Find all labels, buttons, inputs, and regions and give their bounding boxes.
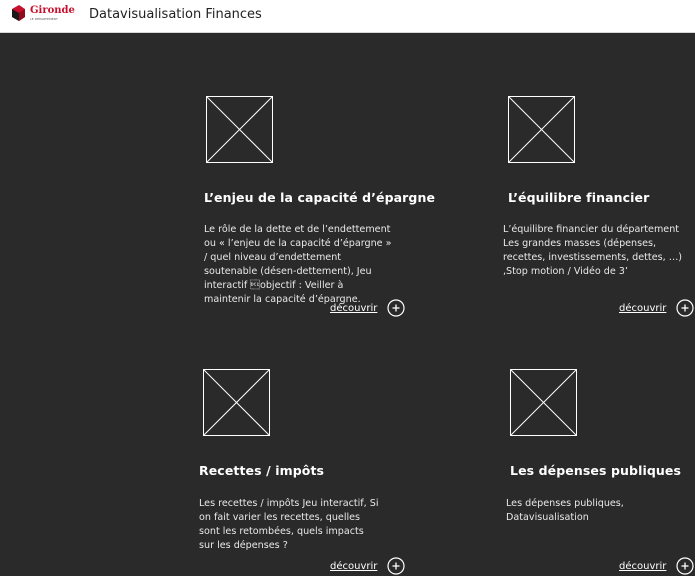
card-title: Recettes / impôts: [199, 463, 325, 478]
app-title: Datavisualisation Finances: [89, 7, 262, 22]
plus-circle-icon[interactable]: [676, 299, 694, 317]
card-title: L’enjeu de la capacité d’épargne: [204, 190, 436, 205]
card-title: L’équilibre financier: [508, 190, 650, 205]
discover-label[interactable]: découvrir: [330, 561, 377, 572]
image-placeholder-icon: [203, 369, 270, 436]
discover-link[interactable]: découvrir: [619, 557, 694, 575]
plus-circle-icon[interactable]: [676, 557, 694, 575]
discover-label[interactable]: découvrir: [619, 303, 666, 314]
image-placeholder-icon: [206, 96, 273, 163]
discover-link[interactable]: découvrir: [330, 557, 405, 575]
card-description: Le rôle de la dette et de l’endettement …: [204, 224, 392, 305]
logo-name: Gironde: [30, 5, 75, 16]
plus-circle-icon[interactable]: [387, 557, 405, 575]
plus-circle-icon[interactable]: [387, 299, 405, 317]
discover-label[interactable]: découvrir: [330, 303, 377, 314]
image-placeholder-icon: [510, 369, 577, 436]
gironde-logo[interactable]: Gironde LE DÉPARTEMENT: [10, 5, 75, 25]
card-description: L’équilibre financier du département Les…: [503, 224, 683, 277]
discover-link[interactable]: découvrir: [330, 299, 405, 317]
main-content: L’enjeu de la capacité d’épargne Le rôle…: [0, 33, 695, 576]
logo-tagline: LE DÉPARTEMENT: [30, 17, 58, 21]
card-description: Les recettes / impôts Jeu interactif, Si…: [199, 498, 379, 551]
discover-label[interactable]: découvrir: [619, 561, 666, 572]
card-description: Les dépenses publiques, Datavisualisatio…: [506, 498, 624, 523]
discover-link[interactable]: découvrir: [619, 299, 694, 317]
card-title: Les dépenses publiques: [510, 463, 682, 478]
gironde-logo-icon: [12, 5, 25, 21]
app-header: Gironde LE DÉPARTEMENT Datavisualisation…: [0, 0, 695, 33]
image-placeholder-icon: [508, 96, 575, 163]
